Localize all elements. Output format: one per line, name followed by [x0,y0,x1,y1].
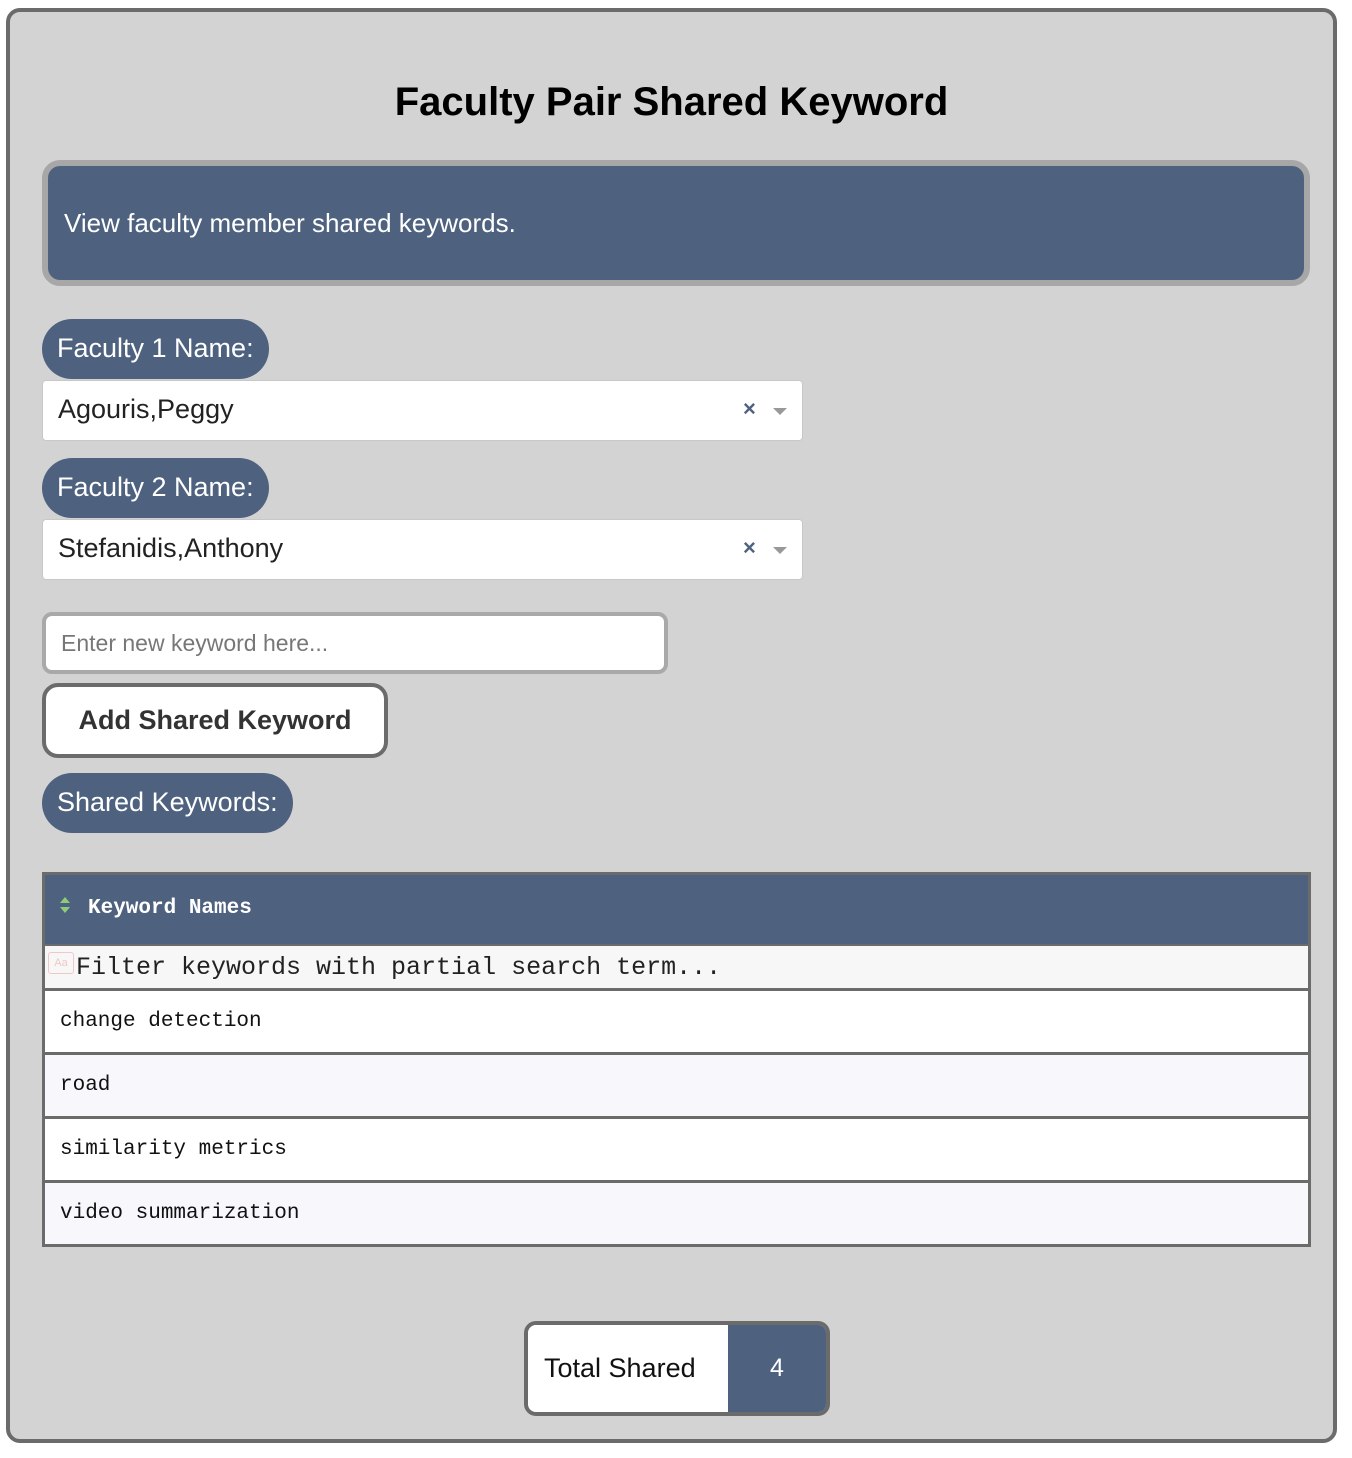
table-row[interactable]: change detection [45,991,1308,1055]
clear-icon[interactable]: × [743,535,756,561]
clear-icon[interactable]: × [743,396,756,422]
shared-keywords-label: Shared Keywords: [42,773,293,833]
filter-row: Aa [45,946,1308,991]
add-shared-keyword-button[interactable]: Add Shared Keyword [42,683,388,758]
faculty2-label: Faculty 2 Name: [42,458,269,518]
main-panel: Faculty Pair Shared Keyword View faculty… [6,8,1337,1443]
table-row[interactable]: video summarization [45,1183,1308,1244]
new-keyword-input[interactable] [42,612,668,674]
faculty1-selected-value: Agouris,Peggy [58,394,234,424]
match-case-icon[interactable]: Aa [48,952,74,974]
total-shared-count: 4 [728,1325,826,1412]
chevron-down-icon[interactable] [773,408,787,415]
chevron-down-icon[interactable] [773,547,787,554]
faculty1-label: Faculty 1 Name: [42,319,269,379]
description-text: View faculty member shared keywords. [64,208,516,238]
table-row[interactable]: similarity metrics [45,1119,1308,1183]
description-banner: View faculty member shared keywords. [42,160,1310,286]
total-shared-label: Total Shared [528,1325,728,1412]
total-shared-badge: Total Shared 4 [524,1321,830,1416]
faculty2-select[interactable]: Stefanidis,Anthony × [42,519,803,580]
table-row[interactable]: road [45,1055,1308,1119]
sort-icon[interactable] [58,895,72,917]
column-header-label: Keyword Names [88,897,252,920]
keyword-filter-input[interactable] [73,946,1276,988]
faculty2-selected-value: Stefanidis,Anthony [58,533,284,563]
page-title: Faculty Pair Shared Keyword [394,80,949,124]
keywords-table: Keyword Names Aa change detection road s… [42,872,1311,1247]
keyword-names-column-header[interactable]: Keyword Names [45,875,1308,946]
faculty1-select[interactable]: Agouris,Peggy × [42,380,803,441]
